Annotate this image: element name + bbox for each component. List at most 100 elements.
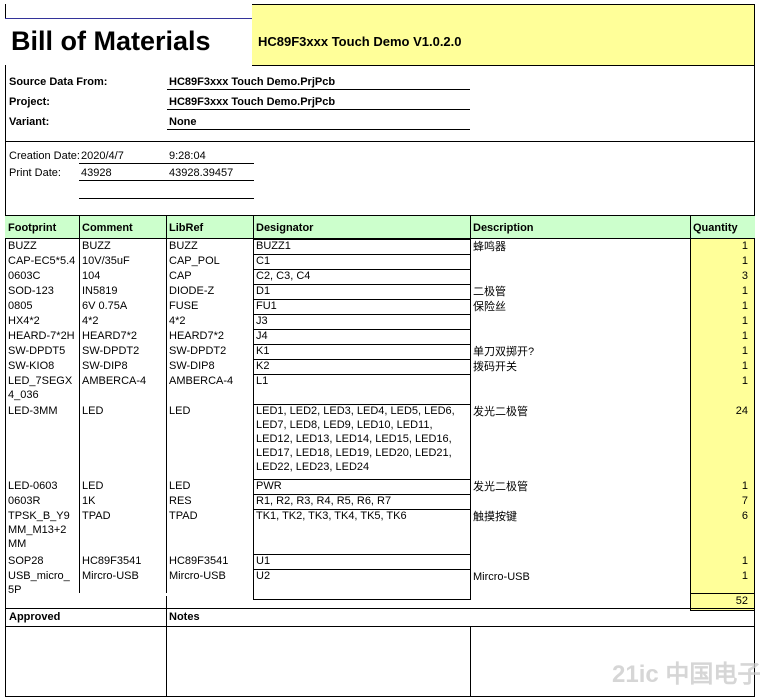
cell-designator: D1 <box>256 285 271 297</box>
cell-description: 触摸按键 <box>473 511 517 523</box>
cell-designator: C2, C3, C4 <box>256 270 311 282</box>
table-row: SOP28 HC89F3541 HC89F3541 U1 1 <box>0 554 760 570</box>
cell-description: 发光二极管 <box>473 481 528 493</box>
col-comment-header: Comment <box>82 222 133 234</box>
cell-description: 单刀双掷开? <box>473 346 535 358</box>
cell-description: 拨码开关 <box>473 361 517 373</box>
print-date-label: Print Date: <box>9 167 61 179</box>
cell-comment: 6V 0.75A <box>82 300 128 312</box>
print-time: 43928.39457 <box>169 167 234 179</box>
approved-label: Approved <box>9 611 61 623</box>
cell-description: 保险丝 <box>473 301 506 313</box>
cell-quantity: 1 <box>741 300 748 312</box>
cell-quantity: 24 <box>735 405 748 417</box>
cell-libref: LED <box>169 405 191 417</box>
table-row: 0603C 104 CAP C2, C3, C4 3 <box>0 269 760 285</box>
table-row: 0603R 1K RES R1, R2, R3, R4, R5, R6, R7 7 <box>0 494 760 510</box>
cell-comment: LED <box>82 480 104 492</box>
cell-quantity: 1 <box>741 330 748 342</box>
frame-bottom <box>5 696 755 697</box>
total-quantity: 52 <box>735 595 748 607</box>
cell-footprint: SW-KIO8 <box>8 360 55 372</box>
cell-libref: DIODE-Z <box>169 285 215 297</box>
cell-footprint: LED_7SEGX 4_036 <box>8 375 73 401</box>
table-row: BUZZ BUZZ BUZZ BUZZ1 蜂鸣器 1 <box>0 239 760 255</box>
cell-quantity: 1 <box>741 570 748 582</box>
table-row: SW-DPDT5 SW-DPDT2 SW-DPDT2 K1 单刀双掷开? 1 <box>0 344 760 360</box>
cell-designator: C1 <box>256 255 271 267</box>
designator-box <box>253 554 471 570</box>
footer-label-divider <box>5 626 755 627</box>
col-description-header: Description <box>473 222 534 234</box>
designator-box <box>253 284 471 300</box>
footer-divider <box>5 608 755 609</box>
cell-comment: HEARD7*2 <box>82 330 138 342</box>
table-row: TPSK_B_Y9 MM_M13+2 MM TPAD TPAD TK1, TK2, TK3… <box>0 509 760 555</box>
cell-libref: FUSE <box>169 300 199 312</box>
source-value: HC89F3xxx Touch Demo.PrjPcb <box>169 76 336 88</box>
footer-col-2 <box>470 626 471 697</box>
designator-box <box>253 329 471 345</box>
cell-quantity: 1 <box>741 240 748 252</box>
watermark-logo: 21ic 中国电子网 <box>612 661 760 688</box>
cell-libref: LED <box>169 480 191 492</box>
cell-footprint: USB_micro_ 5P <box>8 570 70 596</box>
cell-designator: U2 <box>256 570 271 582</box>
cell-designator: K2 <box>256 360 270 372</box>
cell-libref: RES <box>169 495 192 507</box>
cell-footprint: CAP-EC5*5.4 <box>8 255 76 267</box>
creation-time: 9:28:04 <box>169 150 206 162</box>
print-date: 43928 <box>81 167 112 179</box>
cell-comment: HC89F3541 <box>82 555 142 567</box>
footer-col-1 <box>166 596 167 697</box>
cell-designator: J4 <box>256 330 268 342</box>
cell-quantity: 1 <box>741 345 748 357</box>
cell-comment: AMBERCA-4 <box>82 375 147 387</box>
cell-quantity: 1 <box>741 285 748 297</box>
cell-libref: SW-DIP8 <box>169 360 215 372</box>
cell-designator: LED1, LED2, LED3, LED4, LED5, LED6, LED7,… <box>256 405 455 473</box>
cell-footprint: SW-DPDT5 <box>8 345 66 357</box>
table-row: SOD-123 IN5819 DIODE-Z D1 二极管 1 <box>0 284 760 300</box>
cell-description: Mircro-USB <box>473 571 530 583</box>
designator-box <box>253 254 471 270</box>
cell-description: 发光二极管 <box>473 406 528 418</box>
cell-comment: 1K <box>82 495 96 507</box>
cell-comment: 104 <box>82 270 101 282</box>
cell-designator: FU1 <box>256 300 277 312</box>
cell-comment: BUZZ <box>82 240 111 252</box>
designator-box <box>253 479 471 495</box>
cell-comment: IN5819 <box>82 285 118 297</box>
cell-quantity: 1 <box>741 360 748 372</box>
cell-quantity: 1 <box>741 480 748 492</box>
designator-box <box>253 344 471 360</box>
cell-comment: SW-DIP8 <box>82 360 128 372</box>
cell-designator: J3 <box>256 315 268 327</box>
cell-quantity: 3 <box>741 270 748 282</box>
cell-footprint: 0603C <box>8 270 41 282</box>
cell-footprint: 0603R <box>8 495 41 507</box>
cell-comment: LED <box>82 405 104 417</box>
cell-quantity: 6 <box>741 510 748 522</box>
notes-label: Notes <box>169 611 200 623</box>
project-label: Project: <box>9 96 50 108</box>
table-row: LED-3MM LED LED LED1, LED2, LED3, LED4, LED… <box>0 404 760 480</box>
cell-libref: HC89F3541 <box>169 555 229 567</box>
cell-quantity: 1 <box>741 375 748 387</box>
cell-footprint: 0805 <box>8 300 33 312</box>
cell-quantity: 7 <box>741 495 748 507</box>
table-row: HX4*2 4*2 4*2 J3 1 <box>0 314 760 330</box>
source-label: Source Data From: <box>9 76 108 88</box>
cell-libref: HEARD7*2 <box>169 330 225 342</box>
cell-quantity: 1 <box>741 255 748 267</box>
cell-footprint: BUZZ <box>8 240 37 252</box>
col-designator-header: Designator <box>256 222 314 234</box>
cell-footprint: TPSK_B_Y9 MM_M13+2 MM <box>8 510 70 550</box>
designator-box <box>253 569 471 600</box>
project-title: HC89F3xxx Touch Demo V1.0.2.0 <box>258 34 462 49</box>
cell-libref: 4*2 <box>169 315 186 327</box>
table-row: LED-0603 LED LED PWR 发光二极管 1 <box>0 479 760 495</box>
table-row: HEARD-7*2H HEARD7*2 HEARD7*2 J4 1 <box>0 329 760 345</box>
col-quantity-header: Quantity <box>693 222 738 234</box>
variant-label: Variant: <box>9 116 50 128</box>
